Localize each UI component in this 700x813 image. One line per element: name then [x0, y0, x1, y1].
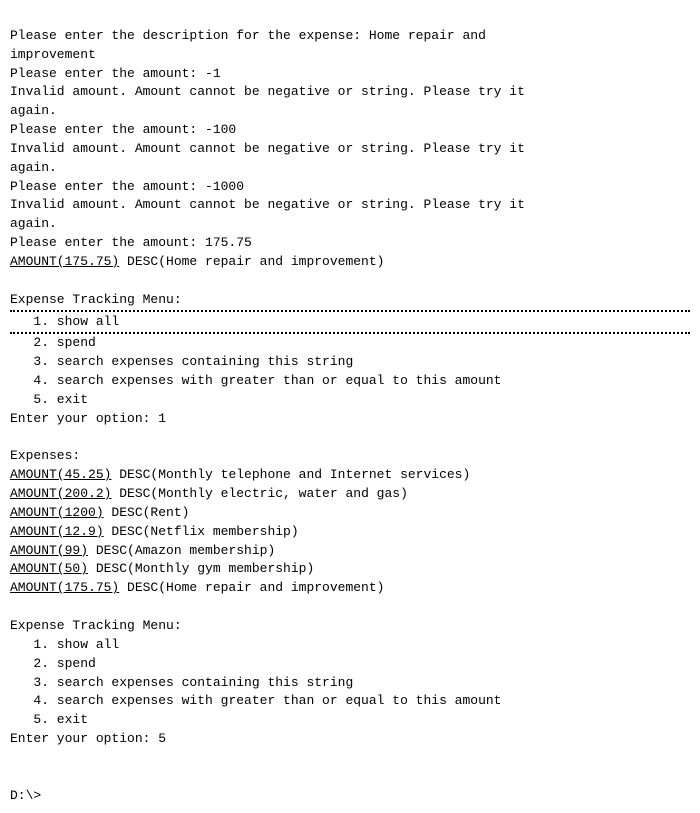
terminal-line: Expenses:	[10, 447, 690, 466]
terminal-line: 5. exit	[10, 711, 690, 730]
terminal-line: 4. search expenses with greater than or …	[10, 372, 690, 391]
amount-text: AMOUNT(12.9)	[10, 524, 104, 539]
terminal-line: Expense Tracking Menu:	[10, 291, 690, 310]
terminal-line: D:\>	[10, 787, 690, 806]
expense-line: AMOUNT(175.75) DESC(Home repair and impr…	[10, 579, 690, 598]
terminal-line: 4. search expenses with greater than or …	[10, 692, 690, 711]
expense-line: AMOUNT(1200) DESC(Rent)	[10, 504, 690, 523]
terminal-line: again.	[10, 102, 690, 121]
amount-text: AMOUNT(45.25)	[10, 467, 111, 482]
terminal-line: Invalid amount. Amount cannot be negativ…	[10, 196, 690, 215]
terminal-line: 2. spend	[10, 655, 690, 674]
terminal-line: 3. search expenses containing this strin…	[10, 674, 690, 693]
desc-text: DESC(Amazon membership)	[88, 543, 275, 558]
blank-line	[10, 749, 690, 768]
dotted-menu-section: 1. show all	[10, 310, 690, 335]
menu-item-line: 1. show all	[10, 313, 690, 332]
terminal-line: Please enter the amount: 175.75	[10, 234, 690, 253]
blank-line	[10, 272, 690, 291]
expense-line: AMOUNT(175.75) DESC(Home repair and impr…	[10, 253, 690, 272]
blank-line	[10, 598, 690, 617]
desc-text: DESC(Monthly gym membership)	[88, 561, 314, 576]
expense-line: AMOUNT(200.2) DESC(Monthly electric, wat…	[10, 485, 690, 504]
expense-line: AMOUNT(99) DESC(Amazon membership)	[10, 542, 690, 561]
blank-line	[10, 768, 690, 787]
amount-text: AMOUNT(200.2)	[10, 486, 111, 501]
amount-text: AMOUNT(175.75)	[10, 254, 119, 269]
terminal-line: Enter your option: 1	[10, 410, 690, 429]
terminal-line: Please enter the amount: -1	[10, 65, 690, 84]
terminal-output: Please enter the description for the exp…	[10, 8, 690, 805]
desc-text: DESC(Rent)	[104, 505, 190, 520]
terminal-line: 2. spend	[10, 334, 690, 353]
desc-text: DESC(Monthly telephone and Internet serv…	[111, 467, 470, 482]
terminal-line: Invalid amount. Amount cannot be negativ…	[10, 140, 690, 159]
amount-text: AMOUNT(50)	[10, 561, 88, 576]
terminal-line: 1. show all	[10, 636, 690, 655]
terminal-line: 3. search expenses containing this strin…	[10, 353, 690, 372]
blank-line	[10, 429, 690, 448]
terminal-line: Please enter the amount: -100	[10, 121, 690, 140]
amount-text: AMOUNT(99)	[10, 543, 88, 558]
desc-text: DESC(Netflix membership)	[104, 524, 299, 539]
terminal-line: Please enter the description for the exp…	[10, 27, 690, 46]
desc-text: DESC(Home repair and improvement)	[119, 580, 384, 595]
expense-line: AMOUNT(50) DESC(Monthly gym membership)	[10, 560, 690, 579]
terminal-line: again.	[10, 215, 690, 234]
terminal-line: 5. exit	[10, 391, 690, 410]
terminal-line: again.	[10, 159, 690, 178]
terminal-line: Expense Tracking Menu:	[10, 617, 690, 636]
terminal-line: Please enter the amount: -1000	[10, 178, 690, 197]
expense-line: AMOUNT(12.9) DESC(Netflix membership)	[10, 523, 690, 542]
terminal-line: improvement	[10, 46, 690, 65]
amount-text: AMOUNT(1200)	[10, 505, 104, 520]
terminal-line: Enter your option: 5	[10, 730, 690, 749]
expense-line: AMOUNT(45.25) DESC(Monthly telephone and…	[10, 466, 690, 485]
amount-text: AMOUNT(175.75)	[10, 580, 119, 595]
terminal-line: Invalid amount. Amount cannot be negativ…	[10, 83, 690, 102]
desc-text: DESC(Home repair and improvement)	[119, 254, 384, 269]
desc-text: DESC(Monthly electric, water and gas)	[111, 486, 407, 501]
